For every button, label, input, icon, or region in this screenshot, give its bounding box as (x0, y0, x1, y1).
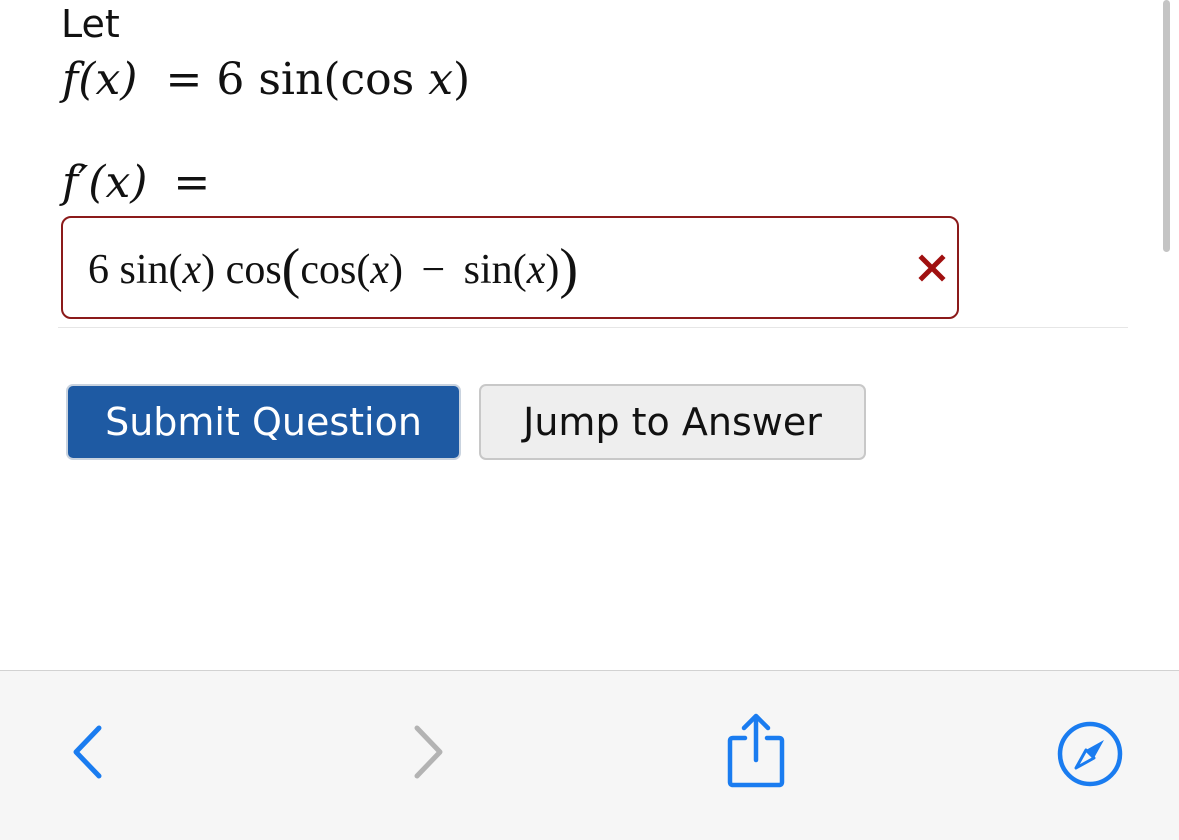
function-sin: sin (258, 54, 324, 105)
answer-variable: x (526, 247, 546, 293)
function-open-paren: ( (323, 54, 341, 105)
answer-paren: ( (168, 247, 183, 293)
submit-question-button[interactable]: Submit Question (66, 384, 461, 460)
function-lhs: f(x) (62, 54, 138, 105)
answer-paren: ) (388, 247, 403, 293)
incorrect-x-icon (915, 246, 949, 290)
page: Let f(x) = 6 sin(cos x) f′(x) = 6 sin(x) … (0, 0, 1179, 840)
chevron-left-icon[interactable] (62, 719, 112, 785)
question-content: Let f(x) = 6 sin(cos x) f′(x) = 6 sin(x) … (0, 0, 1179, 670)
chevron-right-icon[interactable] (404, 719, 454, 785)
answer-cos: cos (300, 247, 357, 293)
answer-paren: ) (545, 247, 560, 293)
derivative-label: f′(x) = (62, 155, 210, 211)
answer-paren: ( (512, 247, 527, 293)
answer-sin: sin (119, 247, 169, 293)
function-coefficient: 6 (216, 54, 245, 105)
answer-input[interactable]: 6 sin(x) cos(cos(x) − sin(x)) (61, 216, 959, 319)
answer-cos: cos (225, 247, 282, 293)
derivative-equals: = (173, 157, 211, 208)
answer-paren: ( (356, 247, 371, 293)
compass-icon[interactable] (1054, 718, 1126, 790)
function-close-paren: ) (453, 54, 471, 105)
answer-variable: x (182, 247, 202, 293)
answer-expression: 6 sin(x) cos(cos(x) − sin(x)) (88, 241, 578, 297)
browser-toolbar (0, 670, 1179, 840)
share-icon[interactable] (722, 711, 790, 791)
equals-sign: = (165, 54, 203, 105)
jump-to-answer-button[interactable]: Jump to Answer (479, 384, 866, 460)
answer-big-paren: ) (559, 238, 578, 300)
divider (58, 327, 1128, 328)
derivative-lhs: f′(x) (62, 157, 148, 208)
function-cos: cos (340, 54, 415, 105)
scrollbar[interactable] (1163, 0, 1170, 252)
answer-coefficient: 6 (88, 247, 109, 293)
let-label: Let (61, 2, 120, 46)
answer-minus: − (421, 247, 446, 293)
answer-sin: sin (463, 247, 513, 293)
function-definition: f(x) = 6 sin(cos x) (62, 52, 470, 108)
answer-paren: ) (201, 247, 216, 293)
answer-variable: x (370, 247, 389, 293)
function-variable: x (428, 54, 454, 105)
answer-big-paren: ( (281, 238, 301, 300)
